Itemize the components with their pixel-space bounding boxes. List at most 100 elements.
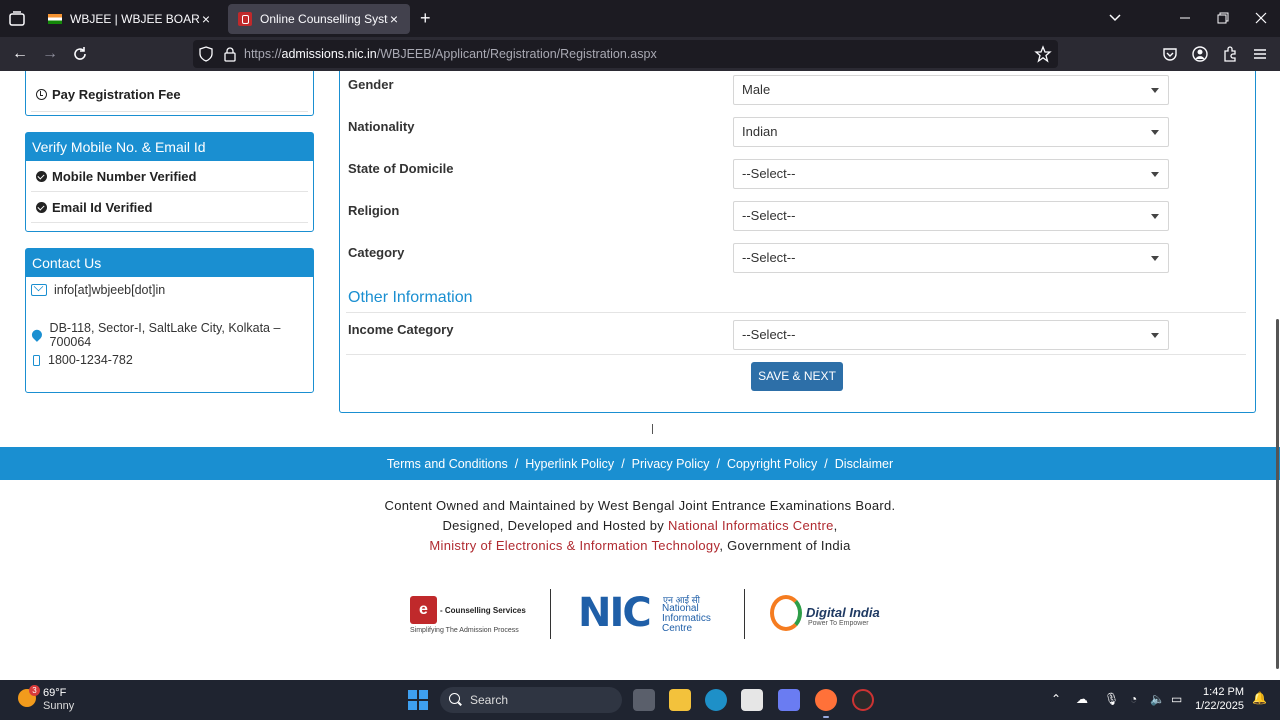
copyright-policy-link[interactable]: Copyright Policy <box>727 457 817 471</box>
active-app-indicator <box>823 716 829 718</box>
browser-nav-bar: ← → https://admissions.nic.in/WBJEEB/App… <box>0 37 1280 71</box>
close-icon[interactable]: × <box>200 12 212 26</box>
digital-india-mark-icon <box>770 595 802 631</box>
income-category-select[interactable]: --Select-- <box>733 320 1169 350</box>
category-select[interactable]: --Select-- <box>733 243 1169 273</box>
disclaimer-link[interactable]: Disclaimer <box>835 457 893 471</box>
windows-start-icon[interactable] <box>408 690 428 710</box>
footer-designed-by: Designed, Developed and Hosted by Nation… <box>442 518 838 533</box>
extensions-icon[interactable] <box>1221 45 1239 63</box>
site-favicon-icon <box>238 12 252 26</box>
menu-icon[interactable] <box>1251 45 1269 63</box>
envelope-icon <box>31 284 47 296</box>
map-pin-icon <box>29 328 44 342</box>
wifi-icon[interactable]: ◔ <box>1130 692 1137 706</box>
tab-list-icon[interactable] <box>8 10 26 28</box>
gender-select[interactable]: Male <box>733 75 1169 105</box>
meity-link[interactable]: Ministry of Electronics & Information Te… <box>429 538 719 553</box>
clock-date[interactable]: 1/22/2025 <box>1186 700 1244 712</box>
save-next-button[interactable]: SAVE & NEXT <box>751 362 843 391</box>
minimize-icon[interactable] <box>1179 12 1191 24</box>
religion-select[interactable]: --Select-- <box>733 201 1169 231</box>
notification-bell-icon[interactable]: 🔔 <box>1252 691 1267 705</box>
close-window-icon[interactable] <box>1255 12 1267 24</box>
tab-title: Online Counselling System <box>260 12 388 26</box>
logo-divider <box>550 589 551 639</box>
firefox-icon[interactable] <box>815 689 837 711</box>
microphone-icon[interactable]: 🎙 <box>1104 692 1119 706</box>
chevron-down-icon[interactable] <box>1108 11 1122 25</box>
lock-icon[interactable] <box>222 46 238 62</box>
file-explorer-icon[interactable] <box>669 689 691 711</box>
tab-wbjee[interactable]: WBJEE | WBJEE BOARD | India × <box>38 4 222 34</box>
close-icon[interactable]: × <box>388 12 400 26</box>
check-circle-icon <box>36 170 47 182</box>
copilot-icon[interactable] <box>778 689 800 711</box>
battery-icon[interactable]: ▭ <box>1171 692 1182 706</box>
scrollbar-thumb[interactable] <box>1276 319 1279 669</box>
verify-panel-title: Verify Mobile No. & Email Id <box>26 133 313 161</box>
page-content: Pay Registration Fee Verify Mobile No. &… <box>0 71 1280 680</box>
caret-down-icon <box>1151 214 1159 219</box>
e-counselling-logo[interactable]: e - Counselling Services Simplifying The… <box>410 589 530 641</box>
new-tab-icon[interactable]: + <box>420 9 431 27</box>
url-text[interactable]: https://admissions.nic.in/WBJEEB/Applica… <box>244 47 657 61</box>
contact-panel-title: Contact Us <box>26 249 313 277</box>
phone-icon <box>33 354 40 366</box>
weather-condition[interactable]: Sunny <box>43 700 74 712</box>
caret-down-icon <box>1151 130 1159 135</box>
nic-link[interactable]: National Informatics Centre <box>668 518 834 533</box>
nic-logo[interactable]: NIC एन आई सी National Informatics Centre <box>578 589 718 641</box>
caret-down-icon <box>1151 88 1159 93</box>
chevron-up-icon[interactable]: ⌃ <box>1051 692 1061 706</box>
shield-icon[interactable] <box>198 46 214 62</box>
email-verified-item: Email Id Verified <box>31 192 308 223</box>
pay-registration-fee-item[interactable]: Pay Registration Fee <box>31 78 308 112</box>
nationality-select[interactable]: Indian <box>733 117 1169 147</box>
cloud-icon[interactable]: ☁ <box>1076 692 1088 706</box>
terms-link[interactable]: Terms and Conditions <box>387 457 508 471</box>
contact-panel: Contact Us info[at]wbjeeb[dot]in DB-118,… <box>25 248 314 393</box>
mobile-verified-item: Mobile Number Verified <box>31 161 308 192</box>
account-icon[interactable] <box>1191 45 1209 63</box>
clock-time[interactable]: 1:42 PM <box>1196 686 1244 698</box>
other-information-heading: Other Information <box>348 289 473 306</box>
contact-address: DB-118, Sector-I, SaltLake City, Kolkata… <box>26 321 313 349</box>
caret-down-icon <box>1151 256 1159 261</box>
state-of-domicile-label: State of Domicile <box>348 161 454 176</box>
forward-icon[interactable]: → <box>40 44 60 64</box>
logo-divider <box>744 589 745 639</box>
caret-down-icon <box>1151 172 1159 177</box>
gender-label: Gender <box>348 77 394 92</box>
edge-browser-icon[interactable] <box>705 689 727 711</box>
tab-online-counselling[interactable]: Online Counselling System × <box>228 4 410 34</box>
taskbar-search[interactable]: Search <box>440 687 622 713</box>
microsoft-store-icon[interactable] <box>741 689 763 711</box>
notification-badge: 3 <box>29 685 40 696</box>
hyperlink-policy-link[interactable]: Hyperlink Policy <box>525 457 614 471</box>
section-divider <box>346 312 1246 313</box>
nationality-label: Nationality <box>348 119 415 134</box>
registration-steps-panel: Pay Registration Fee <box>25 71 314 116</box>
volume-icon[interactable]: 🔈 <box>1150 692 1165 706</box>
state-of-domicile-select[interactable]: --Select-- <box>733 159 1169 189</box>
contact-phone: 1800-1234-782 <box>26 353 133 367</box>
footer-ownership-text: Content Owned and Maintained by West Ben… <box>384 498 896 513</box>
footer-link-bar: Terms and Conditions / Hyperlink Policy … <box>0 447 1280 480</box>
reload-icon[interactable] <box>71 45 89 63</box>
pocket-icon[interactable] <box>1161 45 1179 63</box>
digital-india-logo[interactable]: Digital India Power To Empower <box>770 589 880 641</box>
recorder-icon[interactable] <box>852 689 874 711</box>
privacy-policy-link[interactable]: Privacy Policy <box>632 457 710 471</box>
income-category-label: Income Category <box>348 322 454 337</box>
mouse-cursor <box>652 424 658 434</box>
religion-label: Religion <box>348 203 400 218</box>
weather-temperature[interactable]: 69°F <box>43 687 66 699</box>
back-icon[interactable]: ← <box>10 44 30 64</box>
restore-icon[interactable] <box>1217 12 1229 24</box>
page-scrollbar[interactable] <box>1275 71 1280 680</box>
address-bar[interactable]: https://admissions.nic.in/WBJEEB/Applica… <box>193 40 1058 68</box>
bookmark-star-icon[interactable] <box>1034 45 1052 63</box>
search-icon <box>449 693 460 704</box>
task-view-icon[interactable] <box>633 689 655 711</box>
